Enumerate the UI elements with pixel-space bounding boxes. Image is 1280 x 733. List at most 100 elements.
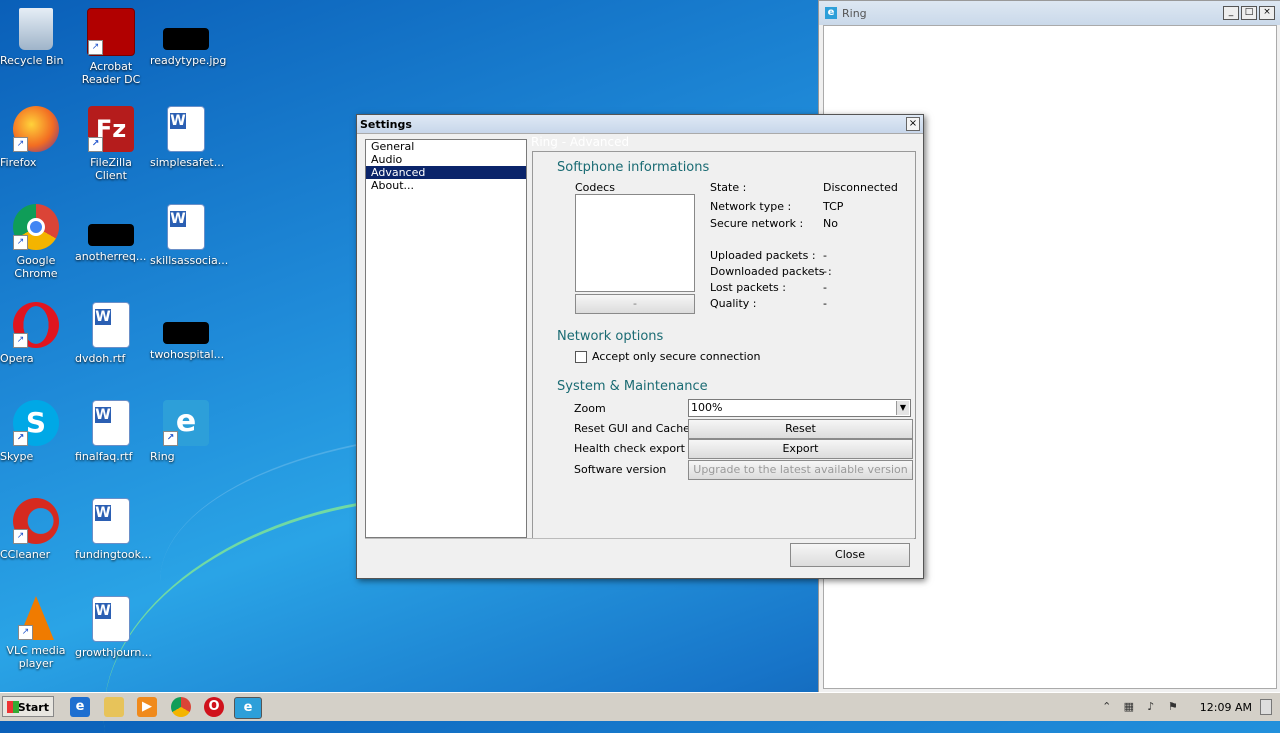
secure-only-checkbox[interactable] [575,351,587,363]
explorer-taskbar-icon[interactable] [104,697,124,717]
shortcut-arrow-icon: ↗ [13,431,28,446]
desktop-icon-label: Acrobat Reader DC [81,60,141,86]
export-button[interactable]: Export [688,439,913,459]
uploaded-packets-value: - [823,249,827,262]
dialog-button-bar: Close [365,538,914,573]
desktop-icon-label: Firefox [0,156,37,169]
word-document-icon [92,400,130,446]
desktop-icon-filezilla[interactable]: Fz ↗ FileZilla Client [75,106,147,182]
desktop-icon-skillsassocia[interactable]: skillsassocia... [150,204,228,267]
desktop-icon-skype[interactable]: S ↗ Skype [0,400,72,463]
settings-titlebar[interactable]: Settings [357,115,923,134]
ring-window-title: Ring [842,6,867,20]
desktop-icon-readytype[interactable]: readytype.jpg [150,8,226,67]
shortcut-arrow-icon: ↗ [13,137,28,152]
skype-icon: S ↗ [13,400,59,446]
desktop-icon-label: finalfaq.rtf [75,450,133,463]
desktop-icon-label: Ring [150,450,175,463]
settings-dialog: Settings × General Audio Advanced About.… [356,114,924,579]
chevron-down-icon[interactable]: ▼ [896,401,909,415]
quality-label: Quality : [710,297,757,310]
chrome-taskbar-icon[interactable] [171,697,191,717]
shortcut-arrow-icon: ↗ [163,431,178,446]
nav-item-advanced[interactable]: Advanced [366,166,526,179]
software-version-label: Software version [574,463,667,476]
codecs-list[interactable] [575,194,695,292]
network-icon[interactable]: ▦ [1122,700,1136,714]
image-file-icon [163,28,209,50]
desktop-icon-label: anotherreq... [75,250,147,263]
flag-icon[interactable]: ⚑ [1166,700,1180,714]
codec-button[interactable]: - [575,294,695,314]
desktop-icon-label: Recycle Bin [0,54,64,67]
advanced-panel: Softphone informations Codecs - State : … [532,151,916,539]
close-icon[interactable]: × [1259,6,1275,20]
desktop-icon-anotherreq[interactable]: anotherreq... [75,204,147,263]
desktop-icon-label: twohospital... [150,348,225,361]
system-tray: ⌃ ▦ ♪ ⚑ 12:09 AM [1100,695,1280,719]
shortcut-arrow-icon: ↗ [13,235,28,250]
volume-icon[interactable]: ♪ [1144,700,1158,714]
close-button[interactable]: Close [790,543,910,567]
firefox-icon: ↗ [13,106,59,152]
desktop-icon-vlc[interactable]: ↗ VLC media player [0,596,72,670]
secure-network-value: No [823,217,838,230]
watermark: ANY RUN [1040,608,1254,659]
desktop-icon-acrobat[interactable]: ↗ Acrobat Reader DC [75,8,147,86]
nav-item-general[interactable]: General [366,140,526,153]
nav-item-about[interactable]: About... [366,179,526,192]
desktop-icon-dvdoh[interactable]: dvdoh.rtf [75,302,147,365]
desktop-icon-simplesafet[interactable]: simplesafet... [150,106,224,169]
reset-label: Reset GUI and Cache [574,422,690,435]
minimize-icon[interactable]: _ [1223,6,1239,20]
desktop-icon-fundingtook[interactable]: fundingtook... [75,498,151,561]
lost-packets-label: Lost packets : [710,281,786,294]
opera-taskbar-icon[interactable]: O [204,697,224,717]
desktop-icon-chrome[interactable]: ↗ Google Chrome [0,204,72,280]
reset-button[interactable]: Reset [688,419,913,439]
desktop-icon-growthjourn[interactable]: growthjourn... [75,596,152,659]
softphone-heading: Softphone informations [557,160,710,175]
lost-packets-value: - [823,281,827,294]
desktop-icon-label: FileZilla Client [90,156,132,182]
ring-taskbar-icon[interactable]: e [234,697,262,719]
ring-app-icon: e [825,7,837,19]
system-maintenance-heading: System & Maintenance [557,379,708,394]
desktop-icon-recycle-bin[interactable]: Recycle Bin [0,8,72,67]
shortcut-arrow-icon: ↗ [13,529,28,544]
desktop-icon-label: growthjourn... [75,646,152,659]
desktop-icon-finalfaq[interactable]: finalfaq.rtf [75,400,147,463]
desktop-icon-label: readytype.jpg [150,54,227,67]
codecs-label: Codecs [575,181,615,194]
close-icon[interactable]: × [906,117,920,131]
chevron-up-icon[interactable]: ⌃ [1100,700,1114,714]
recycle-bin-icon [19,8,53,50]
media-player-taskbar-icon[interactable]: ▶ [137,697,157,717]
zoom-select[interactable]: 100% ▼ [688,399,911,417]
nav-item-audio[interactable]: Audio [366,153,526,166]
desktop-icon-label: Google Chrome [14,254,58,280]
downloaded-packets-value: - [823,265,827,278]
desktop-icon-ring[interactable]: e ↗ Ring [150,400,222,463]
quality-value: - [823,297,827,310]
filezilla-icon: Fz ↗ [88,106,134,152]
network-type-value: TCP [823,200,844,213]
upgrade-button[interactable]: Upgrade to the latest available version [688,460,913,480]
downloaded-packets-label: Downloaded packets : [710,265,832,278]
zoom-value: 100% [691,401,723,414]
shortcut-arrow-icon: ↗ [88,137,103,152]
start-button[interactable]: Start [2,696,54,717]
maximize-icon[interactable]: □ [1241,6,1257,20]
window-controls: _ □ × [1223,6,1275,20]
word-document-icon [92,596,130,642]
clock[interactable]: 12:09 AM [1200,701,1252,714]
ring-titlebar[interactable]: e Ring [819,1,1280,25]
secure-network-label: Secure network : [710,217,804,230]
show-desktop-icon[interactable] [1260,699,1272,715]
desktop-icon-twohospital[interactable]: twohospital... [150,302,224,361]
word-document-icon [167,204,205,250]
desktop-icon-opera[interactable]: ↗ Opera [0,302,72,365]
ie-taskbar-icon[interactable]: e [70,697,90,717]
desktop-icon-ccleaner[interactable]: ↗ CCleaner [0,498,72,561]
desktop-icon-firefox[interactable]: ↗ Firefox [0,106,72,169]
